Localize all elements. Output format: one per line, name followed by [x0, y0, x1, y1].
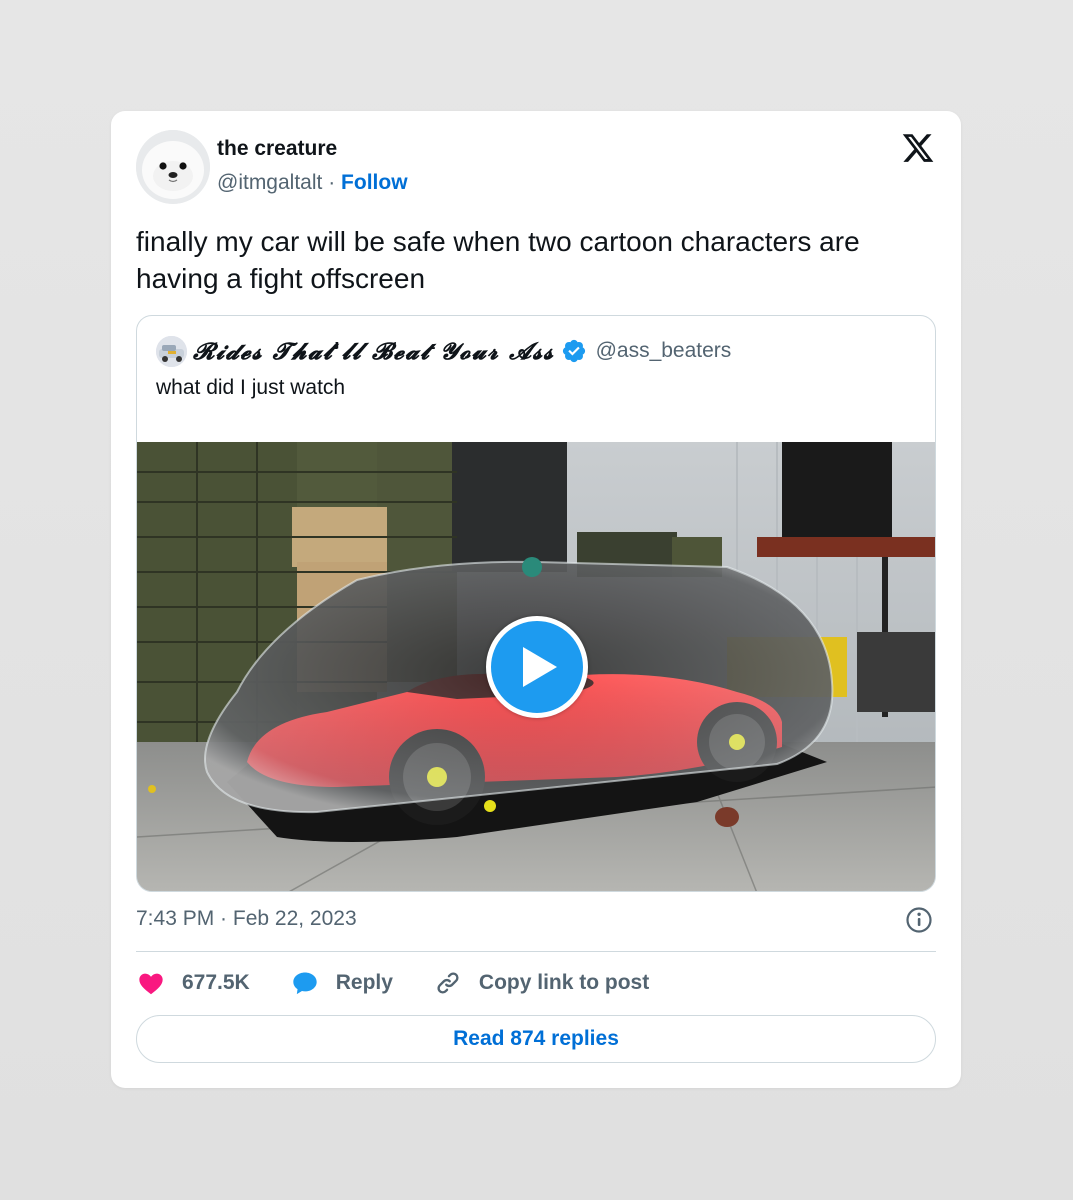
heart-icon [139, 973, 163, 995]
link-icon [437, 972, 459, 994]
like-button[interactable]: 677.5K [136, 969, 250, 997]
quote-text: what did I just watch [156, 376, 346, 399]
like-count: 677.5K [182, 971, 250, 994]
reply-label: Reply [335, 971, 393, 994]
quote-author-avatar[interactable] [156, 335, 187, 367]
play-icon [523, 647, 557, 687]
author-meta: @itmgaltalt · Follow [217, 171, 408, 195]
video-thumbnail[interactable] [137, 442, 935, 891]
divider [136, 951, 936, 952]
author-avatar[interactable] [136, 130, 210, 204]
tweet-card: the creature @itmgaltalt · Follow finall… [111, 111, 961, 1088]
action-bar: 677.5K Reply Copy link to post [136, 966, 689, 1000]
verified-badge-icon [561, 338, 587, 364]
tweet-timestamp[interactable]: 7:43 PM · Feb 22, 2023 [136, 907, 357, 931]
separator-dot: · [328, 171, 336, 194]
reply-bubble-icon [293, 972, 317, 995]
copy-link-label: Copy link to post [478, 971, 650, 994]
reply-button[interactable]: Reply [290, 969, 393, 997]
play-button[interactable] [486, 616, 588, 718]
quote-header: 𝓡𝓲𝓭𝓮𝓼 𝓣𝓱𝓪𝓽'𝓵𝓵 𝓑𝓮𝓪𝓽 𝓨𝓸𝓾𝓻 𝓐𝓼𝓼 @ass_beaters [156, 334, 731, 368]
follow-button[interactable]: Follow [341, 171, 408, 194]
info-icon[interactable] [905, 906, 933, 934]
quote-author-name[interactable]: 𝓡𝓲𝓭𝓮𝓼 𝓣𝓱𝓪𝓽'𝓵𝓵 𝓑𝓮𝓪𝓽 𝓨𝓸𝓾𝓻 𝓐𝓼𝓼 [193, 338, 555, 365]
author-handle[interactable]: @itmgaltalt [217, 171, 322, 194]
copy-link-button[interactable]: Copy link to post [433, 969, 649, 997]
read-replies-button[interactable]: Read 874 replies [136, 1015, 936, 1063]
quoted-tweet[interactable]: 𝓡𝓲𝓭𝓮𝓼 𝓣𝓱𝓪𝓽'𝓵𝓵 𝓑𝓮𝓪𝓽 𝓨𝓸𝓾𝓻 𝓐𝓼𝓼 @ass_beaters… [136, 315, 936, 892]
x-logo-icon[interactable] [901, 131, 935, 165]
quote-author-handle[interactable]: @ass_beaters [596, 339, 732, 363]
tweet-text: finally my car will be safe when two car… [136, 226, 860, 294]
author-name[interactable]: the creature [217, 137, 337, 161]
